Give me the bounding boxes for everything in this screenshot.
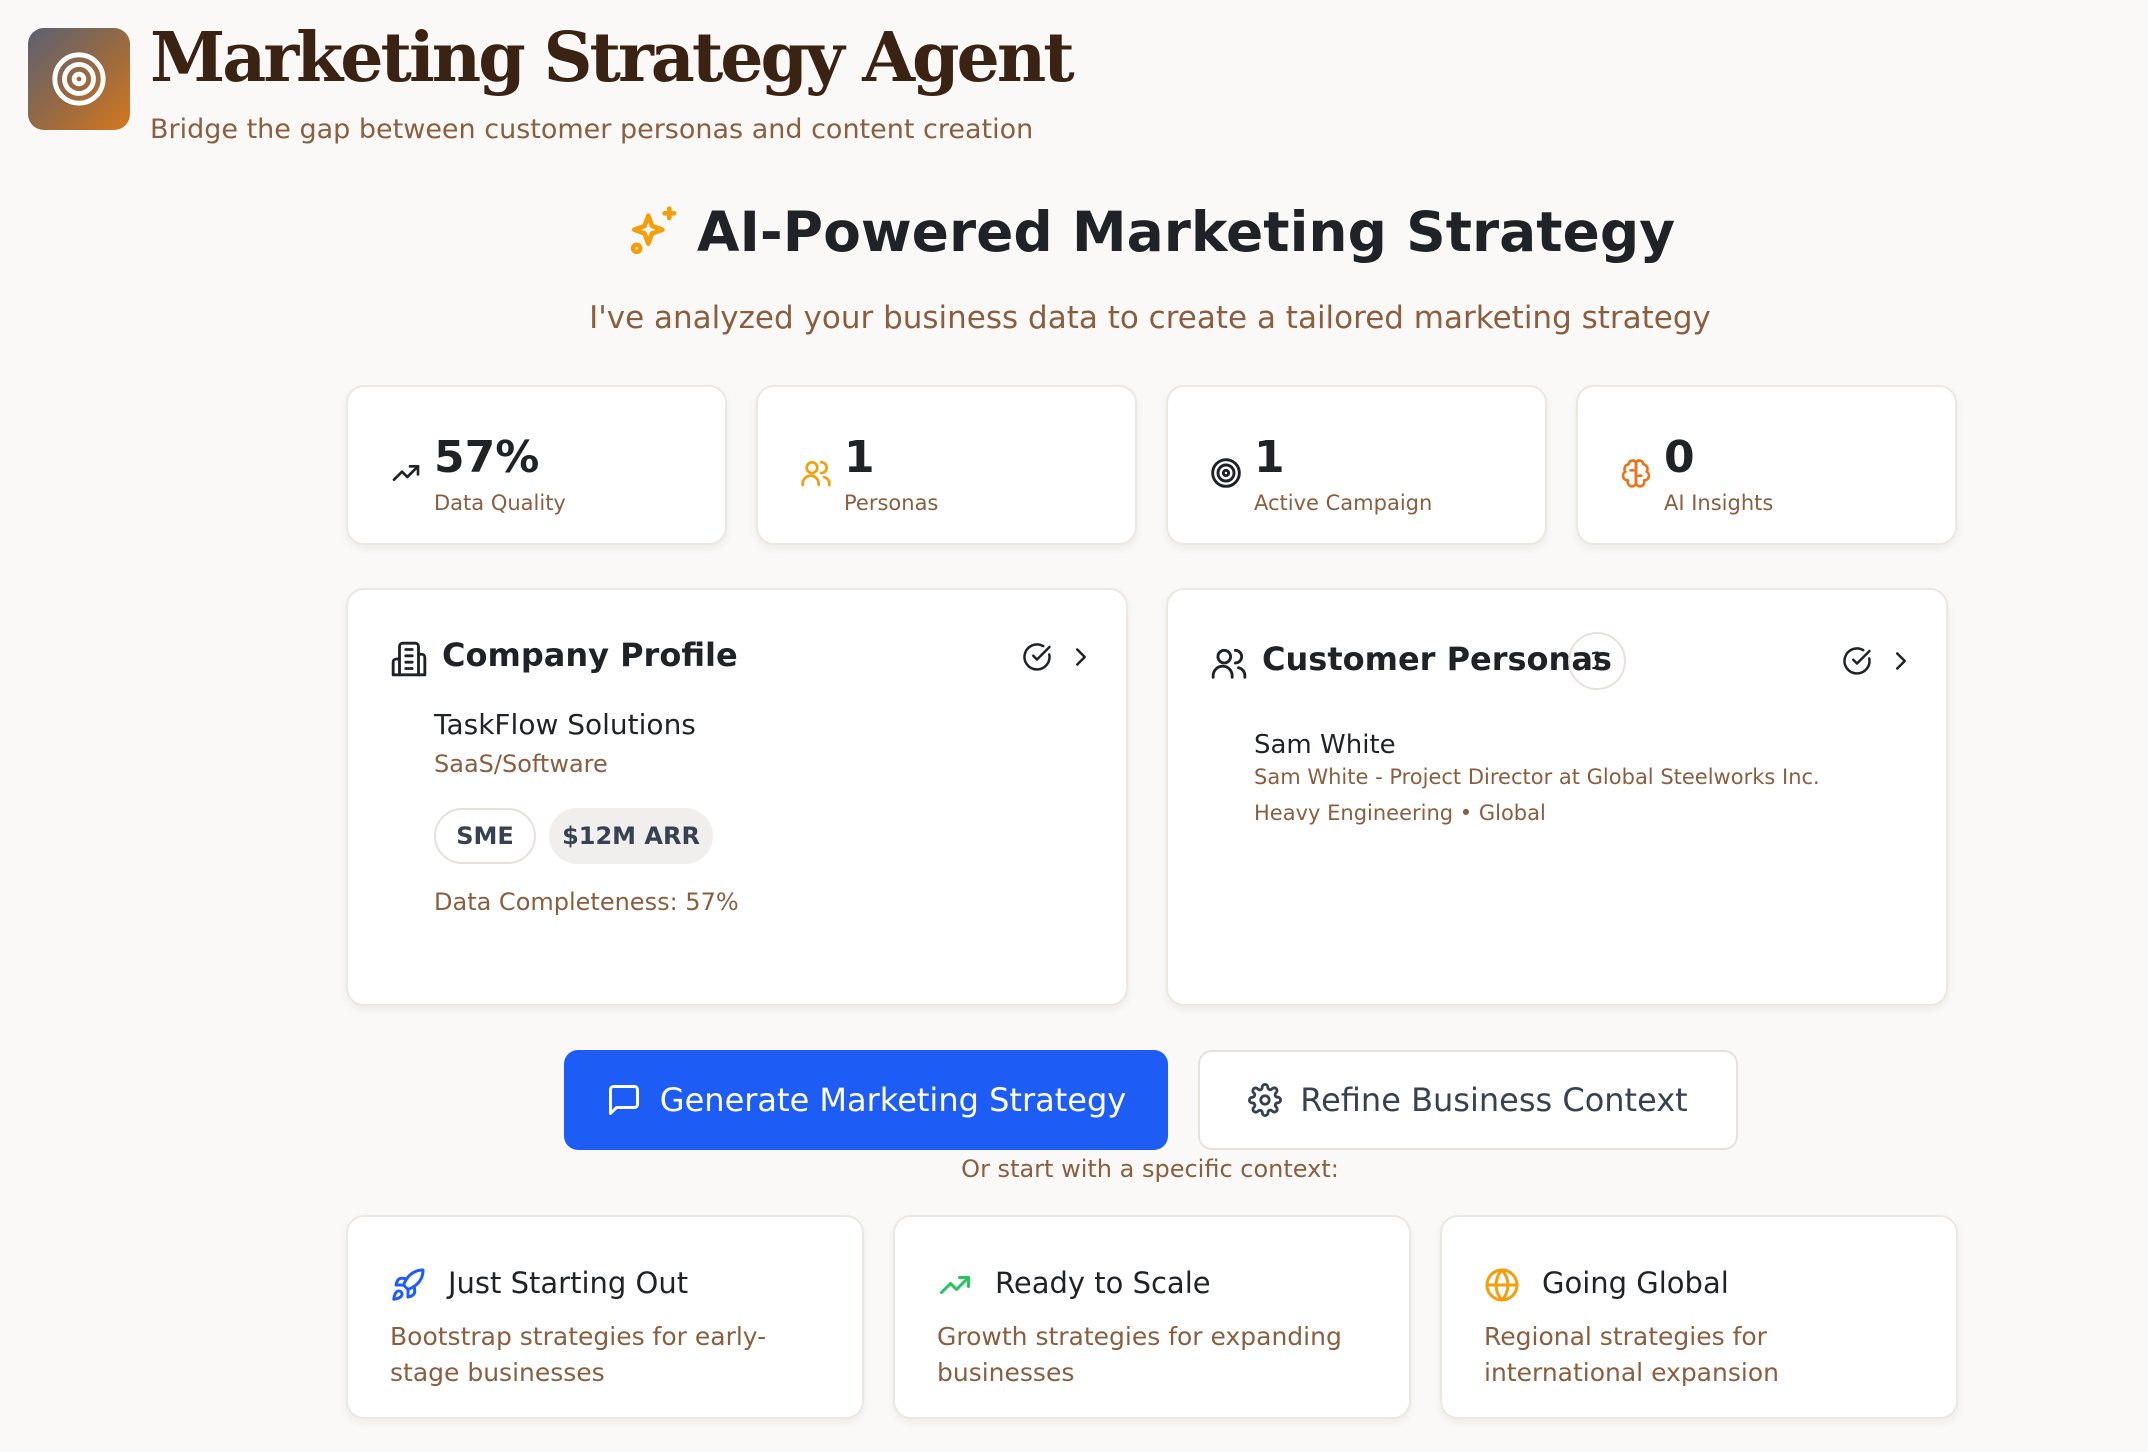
persona-meta: Heavy Engineering • Global xyxy=(1254,801,1546,825)
chevron-right-icon[interactable] xyxy=(1066,642,1096,672)
check-circle-icon[interactable] xyxy=(1022,642,1052,672)
generate-strategy-label: Generate Marketing Strategy xyxy=(659,1081,1127,1119)
generate-strategy-button[interactable]: Generate Marketing Strategy xyxy=(564,1050,1168,1150)
context-title: Going Global xyxy=(1542,1266,1729,1300)
stat-value: 1 xyxy=(844,432,875,483)
stat-card-ai-insights: 0 AI Insights xyxy=(1576,385,1957,545)
globe-icon xyxy=(1485,1268,1519,1302)
or-start-text: Or start with a specific context: xyxy=(961,1155,1339,1183)
hero-section: AI-Powered Marketing Strategy I've analy… xyxy=(0,200,2148,336)
trending-up-icon xyxy=(940,1276,970,1294)
refine-context-button[interactable]: Refine Business Context xyxy=(1198,1050,1738,1150)
check-circle-icon[interactable] xyxy=(1842,646,1872,676)
users-icon xyxy=(1211,648,1247,679)
stat-card-active-campaign: 1 Active Campaign xyxy=(1166,385,1547,545)
context-card-just-starting[interactable]: Just Starting Out Bootstrap strategies f… xyxy=(346,1215,864,1419)
sparkles-icon xyxy=(630,206,677,255)
app-header: Marketing Strategy Agent Bridge the gap … xyxy=(28,24,1075,145)
message-square-icon xyxy=(608,1085,639,1115)
context-card-going-global[interactable]: Going Global Regional strategies for int… xyxy=(1440,1215,1958,1419)
building-icon xyxy=(391,641,427,677)
stat-card-personas: 1 Personas xyxy=(756,385,1137,545)
context-description: Bootstrap strategies for early-stage bus… xyxy=(390,1322,767,1387)
company-industry: SaaS/Software xyxy=(434,750,608,778)
target-icon xyxy=(52,52,106,106)
chevron-right-icon[interactable] xyxy=(1886,646,1916,676)
data-completeness: Data Completeness: 57% xyxy=(434,888,739,916)
app-subtitle: Bridge the gap between customer personas… xyxy=(150,114,1034,145)
trending-up-icon xyxy=(392,465,420,481)
users-icon xyxy=(801,461,831,487)
stat-value: 0 xyxy=(1664,432,1695,483)
app-logo xyxy=(28,28,130,130)
refine-context-label: Refine Business Context xyxy=(1300,1081,1688,1119)
gear-icon xyxy=(1248,1083,1283,1117)
app-title: Marketing Strategy Agent xyxy=(150,18,1075,98)
brain-icon xyxy=(1621,459,1651,488)
context-title: Just Starting Out xyxy=(448,1266,689,1300)
persona-count-badge: 1 xyxy=(1568,632,1626,690)
stat-label: AI Insights xyxy=(1664,491,1774,515)
persona-description: Sam White - Project Director at Global S… xyxy=(1254,765,1820,789)
company-name: TaskFlow Solutions xyxy=(434,708,696,741)
stat-card-data-quality: 57% Data Quality xyxy=(346,385,727,545)
context-description: Regional strategies for international ex… xyxy=(1484,1322,1779,1387)
rocket-icon xyxy=(392,1268,425,1301)
context-card-ready-to-scale[interactable]: Ready to Scale Growth strategies for exp… xyxy=(893,1215,1411,1419)
hero-title: AI-Powered Marketing Strategy xyxy=(696,200,1676,264)
company-revenue-tag: $12M ARR xyxy=(549,808,713,864)
card-title: Company Profile xyxy=(442,636,738,674)
context-description: Growth strategies for expanding business… xyxy=(937,1322,1342,1387)
target-icon xyxy=(1211,458,1241,488)
company-size-tag: SME xyxy=(434,808,536,864)
customer-personas-card[interactable]: Customer Personas 1 Sam White Sam White … xyxy=(1166,588,1948,1006)
card-title: Customer Personas xyxy=(1262,640,1612,678)
stat-label: Personas xyxy=(844,491,939,515)
stat-value: 57% xyxy=(434,432,540,483)
stat-value: 1 xyxy=(1254,432,1285,483)
stat-label: Active Campaign xyxy=(1254,491,1433,515)
stat-label: Data Quality xyxy=(434,491,566,515)
hero-subtitle: I've analyzed your business data to crea… xyxy=(589,300,1711,336)
company-profile-card[interactable]: Company Profile TaskFlow Solutions SaaS/… xyxy=(346,588,1128,1006)
context-title: Ready to Scale xyxy=(995,1266,1211,1300)
persona-name: Sam White xyxy=(1254,730,1396,760)
